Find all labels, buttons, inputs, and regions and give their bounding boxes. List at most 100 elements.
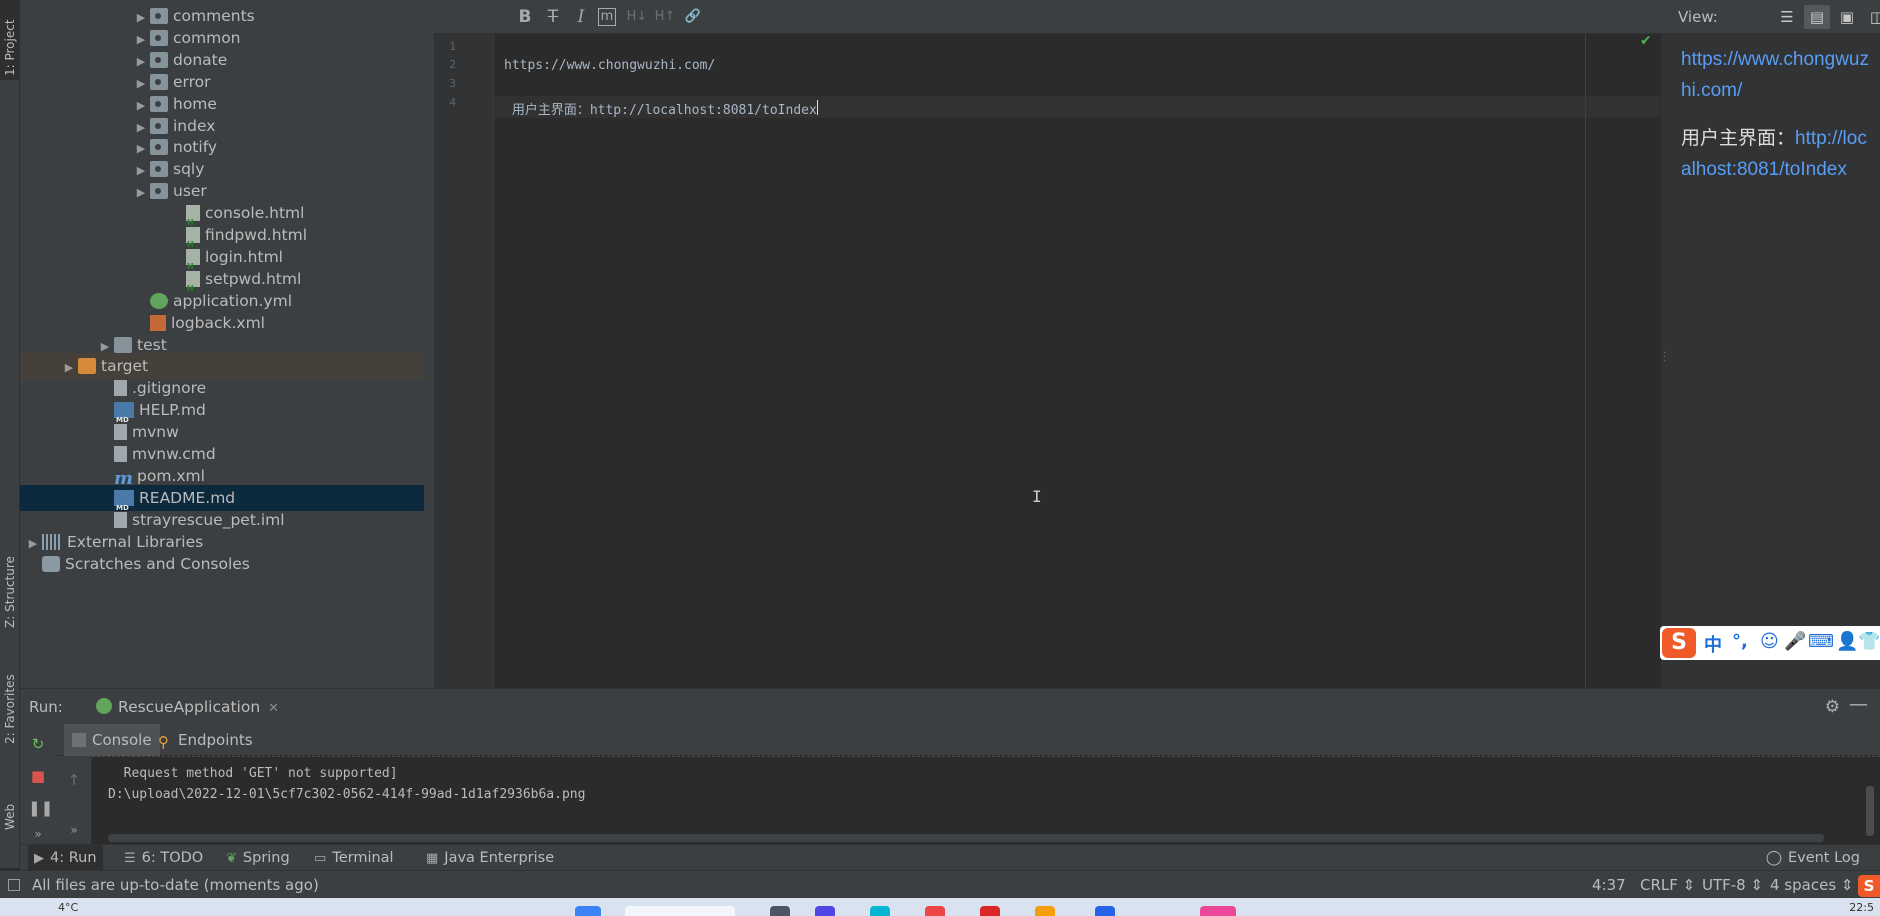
taskbar-app-icon[interactable] [575, 906, 601, 916]
console-line: Request method 'GET' not supported] [108, 766, 398, 781]
line-number: 1 [449, 40, 456, 53]
web-tool-tab[interactable]: Web [0, 800, 20, 844]
left-tool-strip: 1: Project Z: Structure 2: Favorites Web [0, 0, 20, 868]
weather-temp: 4°C [58, 901, 79, 914]
tree-item-label: application.yml [173, 291, 293, 310]
favorites-tool-tab[interactable]: 2: Favorites [0, 674, 20, 760]
taskbar-app-icon[interactable] [815, 906, 835, 916]
html-file-icon [186, 248, 200, 280]
ime-keyboard-icon[interactable]: ⌨ [1808, 631, 1834, 652]
tree-item-label: console.html [205, 204, 305, 223]
taskbar-app-icon[interactable] [870, 906, 890, 916]
tool-tab-java-enterprise[interactable]: ▦ Java Enterprise [420, 845, 560, 871]
view-label: View: [1678, 8, 1718, 26]
package-folder-icon [150, 73, 168, 90]
tool-tab-run[interactable]: ▶ 4: Run [28, 845, 103, 871]
ime-punctuation[interactable]: °, [1732, 631, 1748, 652]
excluded-folder-icon [78, 358, 96, 375]
editor-only-view-button[interactable]: ☰ [1774, 5, 1800, 29]
taskbar-app-icon[interactable] [1200, 906, 1236, 916]
package-folder-icon [150, 139, 168, 156]
gear-icon[interactable]: ⚙ [1825, 697, 1840, 717]
tree-item-label: Scratches and Consoles [65, 554, 250, 573]
folder-icon [114, 336, 132, 353]
minimize-icon[interactable]: — [1849, 693, 1868, 715]
stop-icon[interactable]: ■ [28, 766, 48, 786]
project-tool-tab[interactable]: 1: Project [0, 0, 20, 80]
package-folder-icon [150, 161, 168, 178]
structure-tool-tab[interactable]: Z: Structure [0, 552, 20, 632]
spring-leaf-icon: ❦ [226, 851, 237, 866]
strikethrough-button[interactable]: T [542, 6, 564, 28]
taskbar-app-icon[interactable] [1095, 906, 1115, 916]
console-output[interactable]: Request method 'GET' not supported] D:\u… [92, 756, 1880, 844]
close-icon[interactable]: ✕ [268, 701, 279, 716]
preview-paragraph-2: 用户主界面：http://localhost:8081/toIndex [1681, 123, 1876, 185]
italic-button[interactable]: I [570, 6, 592, 28]
taskbar-app-icon[interactable] [1035, 906, 1055, 916]
taskbar-app-icon[interactable] [980, 906, 1000, 916]
status-message[interactable]: All files are up-to-date (moments ago) [32, 876, 319, 894]
java-enterprise-icon: ▦ [426, 851, 439, 866]
layout-toggle-button[interactable]: ◫ [1864, 5, 1880, 29]
markdown-editor[interactable]: https://www.chongwuzhi.com/ 用户主界面：http:/… [494, 34, 1660, 688]
tree-item-label: mvnw [132, 423, 179, 442]
tree-item-label: comments [173, 7, 255, 25]
splitter-handle[interactable]: · · · [1663, 349, 1666, 367]
scratches-icon [42, 555, 60, 572]
tree-item-label: user [173, 182, 207, 201]
ime-skin-icon[interactable]: 👕 [1858, 631, 1880, 652]
endpoints-icon: ⚲ [158, 733, 169, 751]
scroll-up-icon[interactable]: ↑ [64, 770, 84, 790]
tab-console[interactable]: Console [64, 724, 160, 756]
link-button[interactable]: 🔗 [682, 6, 704, 28]
console-horizontal-scrollbar[interactable] [108, 834, 1824, 842]
bold-button[interactable]: B [514, 6, 536, 28]
tree-item[interactable]: Scratches and Consoles [20, 551, 424, 577]
header-up-button[interactable]: H↑ [654, 6, 676, 28]
tree-item-label: sqly [173, 160, 205, 179]
taskbar-app-icon[interactable] [770, 906, 790, 916]
columns-icon: ◫ [1869, 8, 1880, 26]
file-encoding[interactable]: UTF-8 ⇕ [1702, 876, 1763, 894]
sogou-status-icon[interactable]: S [1858, 875, 1880, 897]
header-down-button[interactable]: H↓ [626, 6, 648, 28]
status-window-icon[interactable] [8, 879, 20, 891]
split-view-button[interactable]: ▤ [1804, 5, 1830, 29]
text-cursor-icon: I [1032, 487, 1042, 506]
preview-link-chongwuzhi[interactable]: https://www.chongwuzhi.com/ [1681, 49, 1869, 101]
ime-user-icon[interactable]: 👤 [1836, 631, 1858, 652]
ime-voice-icon[interactable]: 🎤 [1784, 631, 1806, 652]
check-icon: ✔ [1640, 33, 1652, 49]
code-button[interactable]: m [598, 8, 616, 26]
tree-item-label: README.md [139, 488, 236, 507]
ime-chinese-mode[interactable]: 中 [1704, 631, 1722, 657]
package-folder-icon [150, 51, 168, 68]
more-console-tools-icon[interactable]: » [64, 820, 84, 840]
text-caret [817, 100, 818, 115]
more-tools-icon[interactable]: » [28, 824, 48, 844]
preview-only-view-button[interactable]: ▣ [1834, 5, 1860, 29]
tree-item-label: login.html [205, 247, 283, 266]
rerun-icon[interactable]: ↻ [28, 734, 48, 754]
run-config-tab[interactable]: RescueApplication ✕ [88, 691, 287, 723]
pause-icon[interactable]: ❚❚ [28, 798, 53, 818]
sogou-logo-icon[interactable]: S [1662, 628, 1696, 658]
tab-endpoints[interactable]: ⚲ Endpoints [150, 724, 261, 756]
console-vertical-scrollbar[interactable] [1866, 786, 1874, 836]
clock: 22:5 [1849, 901, 1874, 914]
tool-tab-terminal[interactable]: ▭ Terminal [308, 845, 400, 871]
maven-icon: m [114, 467, 134, 489]
markdown-toolbar: B T I m H↓ H↑ 🔗 View: ☰ ▤ ▣ ◫ [434, 0, 1880, 34]
taskbar-app-icon[interactable] [925, 906, 945, 916]
indent-setting[interactable]: 4 spaces ⇕ [1770, 876, 1853, 894]
tool-tab-spring[interactable]: ❦ Spring [220, 845, 296, 871]
event-log-button[interactable]: ◯ Event Log [1766, 845, 1860, 871]
ime-emoji-icon[interactable]: ☺ [1760, 631, 1779, 652]
play-icon: ▶ [34, 851, 44, 866]
line-separator[interactable]: CRLF ⇕ [1640, 876, 1695, 894]
console-side-toolbar: ↑ » [56, 756, 92, 844]
caret-position[interactable]: 4:37 [1592, 876, 1626, 894]
taskbar-search[interactable] [625, 906, 735, 916]
tool-tab-todo[interactable]: ☰ 6: TODO [118, 845, 209, 871]
